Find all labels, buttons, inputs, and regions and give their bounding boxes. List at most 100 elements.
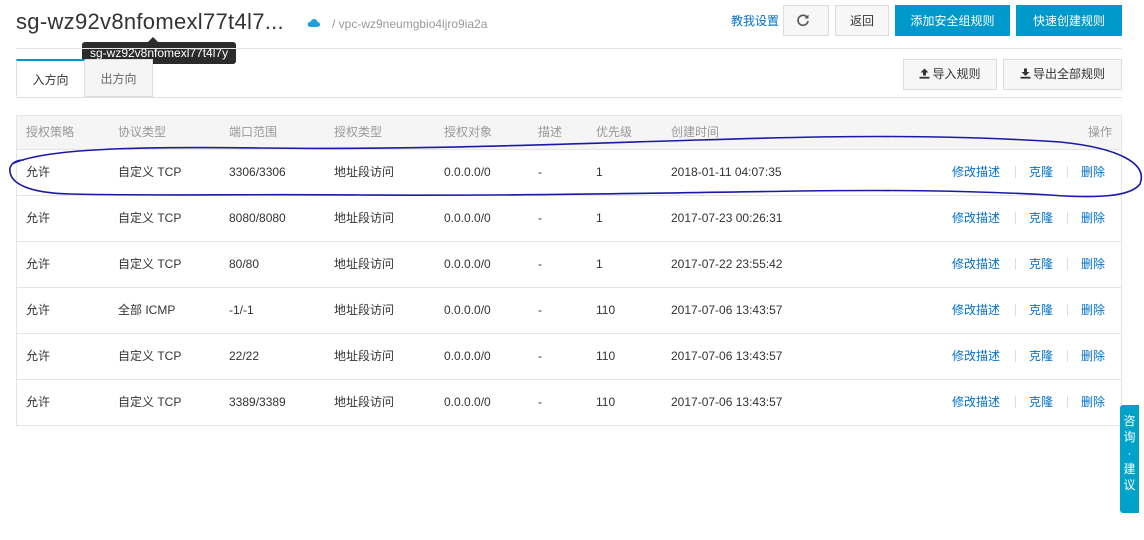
- col-priority: 优先级: [596, 125, 633, 139]
- tab-outbound[interactable]: 出方向: [85, 59, 153, 97]
- cell-auth-object: 0.0.0.0/0: [444, 349, 491, 363]
- cell-ports: 8080/8080: [229, 211, 286, 225]
- cell-created: 2018-01-11 04:07:35: [671, 165, 782, 179]
- col-protocol: 协议类型: [118, 125, 167, 139]
- cell-auth-type: 地址段访问: [334, 257, 395, 271]
- clone-link[interactable]: 克隆: [1029, 242, 1053, 286]
- cell-auth-object: 0.0.0.0/0: [444, 165, 491, 179]
- cell-priority: 1: [596, 165, 603, 179]
- cell-priority: 1: [596, 211, 603, 225]
- import-rules-button[interactable]: 导入规则: [903, 59, 997, 90]
- cell-description: -: [538, 165, 542, 179]
- cell-policy: 允许: [26, 395, 51, 409]
- cell-policy: 允许: [26, 303, 51, 317]
- col-auth-type: 授权类型: [334, 125, 383, 139]
- cell-priority: 110: [596, 395, 616, 409]
- download-icon: [1020, 68, 1031, 79]
- col-actions: 操作: [1087, 125, 1112, 139]
- cell-description: -: [538, 211, 542, 225]
- clone-link[interactable]: 克隆: [1029, 150, 1053, 194]
- vpc-id[interactable]: / vpc-wz9neumgbio4ljro9ia2a: [332, 17, 487, 31]
- cell-auth-type: 地址段访问: [334, 303, 395, 317]
- edit-description-link[interactable]: 修改描述: [952, 380, 1000, 424]
- action-separator: [1067, 304, 1068, 316]
- back-button[interactable]: 返回: [835, 5, 889, 36]
- cell-ports: 3306/3306: [229, 165, 286, 179]
- cell-policy: 允许: [26, 211, 51, 225]
- clone-link[interactable]: 克隆: [1029, 196, 1053, 240]
- table-row: 允许 自定义 TCP 22/22 地址段访问 0.0.0.0/0 - 110 2017-07-…: [17, 333, 1121, 379]
- cell-auth-type: 地址段访问: [334, 165, 395, 179]
- cell-auth-object: 0.0.0.0/0: [444, 303, 491, 317]
- table-row: 允许 自定义 TCP 3389/3389 地址段访问 0.0.0.0/0 - 110 2017…: [17, 379, 1121, 425]
- cell-auth-type: 地址段访问: [334, 211, 395, 225]
- cell-created: 2017-07-06 13:43:57: [671, 349, 783, 363]
- security-group-title: sg-wz92v8nfomexl77t4l7...: [16, 9, 284, 34]
- cell-description: -: [538, 395, 542, 409]
- cell-auth-type: 地址段访问: [334, 349, 395, 363]
- cell-description: -: [538, 257, 542, 271]
- cell-ports: 3389/3389: [229, 395, 286, 409]
- cell-priority: 110: [596, 349, 616, 363]
- cell-ports: 22/22: [229, 349, 260, 363]
- col-policy: 授权策略: [26, 125, 75, 139]
- action-separator: [1067, 166, 1068, 178]
- cell-protocol: 全部 ICMP: [118, 303, 176, 317]
- cell-policy: 允许: [26, 257, 51, 271]
- cell-created: 2017-07-06 13:43:57: [671, 303, 783, 317]
- export-rules-button[interactable]: 导出全部规则: [1003, 59, 1122, 90]
- action-separator: [1015, 166, 1016, 178]
- delete-link[interactable]: 删除: [1081, 242, 1105, 286]
- table-header: 授权策略 协议类型 端口范围 授权类型 授权对象 描述 优先级 创建时间 操作: [17, 116, 1121, 149]
- col-description: 描述: [538, 125, 563, 139]
- action-separator: [1067, 212, 1068, 224]
- clone-link[interactable]: 克隆: [1029, 380, 1053, 424]
- cell-policy: 允许: [26, 165, 51, 179]
- cell-protocol: 自定义 TCP: [118, 165, 182, 179]
- cell-created: 2017-07-22 23:55:42: [671, 257, 783, 271]
- delete-link[interactable]: 删除: [1081, 288, 1105, 332]
- edit-description-link[interactable]: 修改描述: [952, 334, 1000, 378]
- col-created: 创建时间: [671, 125, 720, 139]
- cell-auth-object: 0.0.0.0/0: [444, 395, 491, 409]
- edit-description-link[interactable]: 修改描述: [952, 150, 1000, 194]
- help-link[interactable]: 教我设置: [731, 12, 779, 29]
- table-row: 允许 自定义 TCP 80/80 地址段访问 0.0.0.0/0 - 1 2017-07-22…: [17, 241, 1121, 287]
- tab-divider: [16, 97, 1122, 98]
- table-row: 允许 自定义 TCP 3306/3306 地址段访问 0.0.0.0/0 - 1 2018-0…: [17, 149, 1121, 195]
- clone-link[interactable]: 克隆: [1029, 334, 1053, 378]
- edit-description-link[interactable]: 修改描述: [952, 242, 1000, 286]
- action-separator: [1015, 304, 1016, 316]
- delete-link[interactable]: 删除: [1081, 334, 1105, 378]
- cloud-icon: [307, 18, 320, 27]
- cell-auth-type: 地址段访问: [334, 395, 395, 409]
- cell-auth-object: 0.0.0.0/0: [444, 211, 491, 225]
- export-rules-label: 导出全部规则: [1032, 67, 1105, 81]
- cell-created: 2017-07-23 00:26:31: [671, 211, 783, 225]
- add-rule-button[interactable]: 添加安全组规则: [895, 5, 1010, 36]
- header-divider: [16, 48, 1122, 49]
- delete-link[interactable]: 删除: [1081, 150, 1105, 194]
- cell-priority: 110: [596, 303, 616, 317]
- edit-description-link[interactable]: 修改描述: [952, 288, 1000, 332]
- quick-create-button[interactable]: 快速创建规则: [1016, 5, 1122, 36]
- delete-link[interactable]: 删除: [1081, 196, 1105, 240]
- edit-description-link[interactable]: 修改描述: [952, 196, 1000, 240]
- tab-inbound[interactable]: 入方向: [16, 59, 85, 97]
- consult-suggest-widget[interactable]: 咨询·建议: [1120, 405, 1139, 513]
- cell-description: -: [538, 303, 542, 317]
- refresh-button[interactable]: [783, 5, 829, 36]
- col-ports: 端口范围: [229, 125, 278, 139]
- upload-icon: [919, 68, 930, 79]
- refresh-icon: [797, 14, 809, 27]
- cell-ports: 80/80: [229, 257, 260, 271]
- import-rules-label: 导入规则: [932, 67, 981, 81]
- clone-link[interactable]: 克隆: [1029, 288, 1053, 332]
- action-separator: [1015, 350, 1016, 362]
- action-separator: [1015, 258, 1016, 270]
- cell-created: 2017-07-06 13:43:57: [671, 395, 783, 409]
- delete-link[interactable]: 删除: [1081, 380, 1105, 424]
- cell-auth-object: 0.0.0.0/0: [444, 257, 491, 271]
- cell-policy: 允许: [26, 349, 51, 363]
- cell-protocol: 自定义 TCP: [118, 257, 182, 271]
